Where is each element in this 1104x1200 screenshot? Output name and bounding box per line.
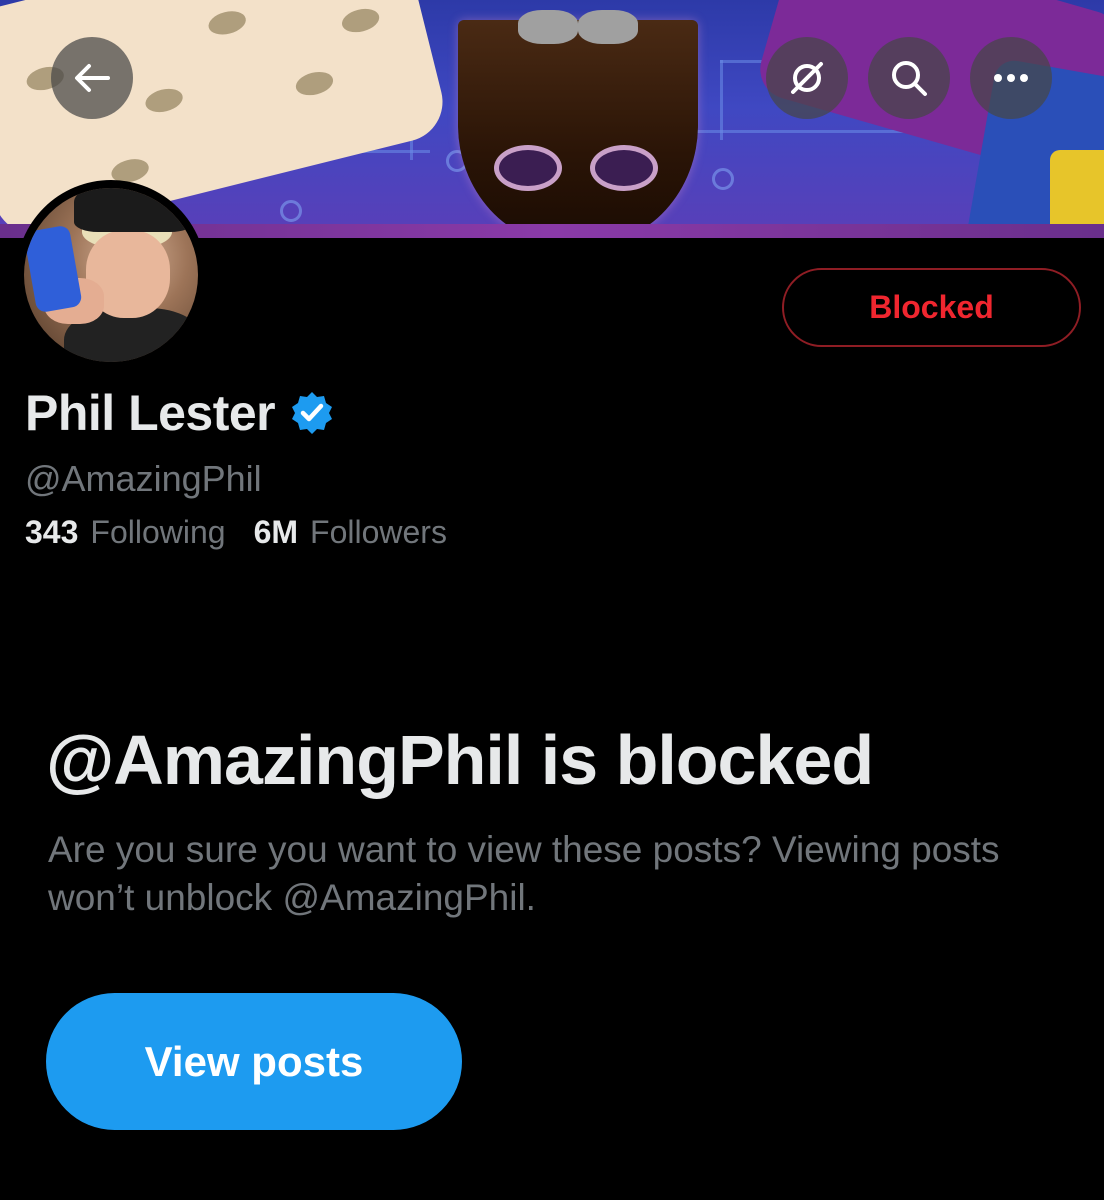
back-button[interactable] (51, 37, 133, 119)
display-name: Phil Lester (25, 385, 276, 441)
blocked-button[interactable]: Blocked (782, 268, 1081, 347)
followers-count: 6M (253, 514, 299, 550)
follow-stats: 343 Following 6M Followers (25, 514, 475, 551)
following-count: 343 (25, 514, 79, 550)
blocked-title: @AmazingPhil is blocked (46, 721, 874, 799)
more-options-button[interactable] (970, 37, 1052, 119)
profile-avatar[interactable] (16, 180, 206, 370)
verified-badge-icon[interactable] (289, 390, 335, 436)
grok-button[interactable] (766, 37, 848, 119)
grok-icon (791, 62, 823, 94)
following-label: Following (90, 514, 226, 550)
blocked-description: Are you sure you want to view these post… (48, 829, 1000, 918)
following-stat[interactable]: 343 Following (25, 514, 226, 551)
followers-label: Followers (310, 514, 447, 550)
profile-page: Blocked Phil Lester @AmazingPhil 343 Fol… (0, 0, 1104, 1200)
user-handle: @AmazingPhil (25, 458, 262, 499)
avatar-image (24, 188, 198, 362)
search-button[interactable] (868, 37, 950, 119)
search-icon (892, 61, 927, 96)
name-row: Phil Lester (25, 384, 335, 442)
view-posts-button[interactable]: View posts (46, 993, 462, 1130)
more-horizontal-icon (994, 74, 1028, 82)
followers-stat[interactable]: 6M Followers (254, 514, 447, 551)
arrow-left-icon (75, 64, 110, 92)
